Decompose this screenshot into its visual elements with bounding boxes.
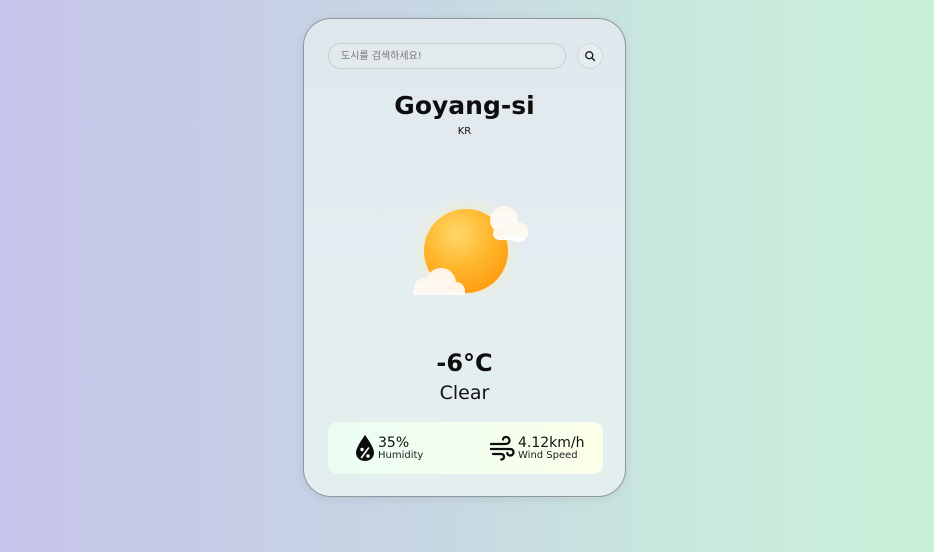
search-bar <box>328 43 566 69</box>
search-input[interactable] <box>328 43 566 69</box>
temperature: -6°C <box>436 349 493 377</box>
sun-behind-clouds-icon <box>410 195 528 295</box>
weather-description: Clear <box>439 382 490 404</box>
wind-speed-value: 4.12km/h <box>518 434 585 451</box>
country-code: KR <box>457 126 472 137</box>
city-name: Goyang-si <box>394 91 535 120</box>
humidity-value: 35% <box>378 434 410 451</box>
weather-card: Goyang-si KR <box>303 18 626 497</box>
wind-icon <box>489 435 515 461</box>
humidity-label: Humidity <box>378 449 424 461</box>
search-button[interactable] <box>577 43 603 69</box>
wind-stat: 4.12km/h Wind Speed <box>489 434 585 462</box>
humidity-stat: 35% Humidity <box>355 434 423 462</box>
wind-speed-label: Wind Speed <box>518 449 578 461</box>
search-icon <box>585 51 596 62</box>
water-drop-percent-icon <box>356 435 374 461</box>
weather-stats: 35% Humidity 4.12km/h Wind Speed <box>328 422 603 474</box>
